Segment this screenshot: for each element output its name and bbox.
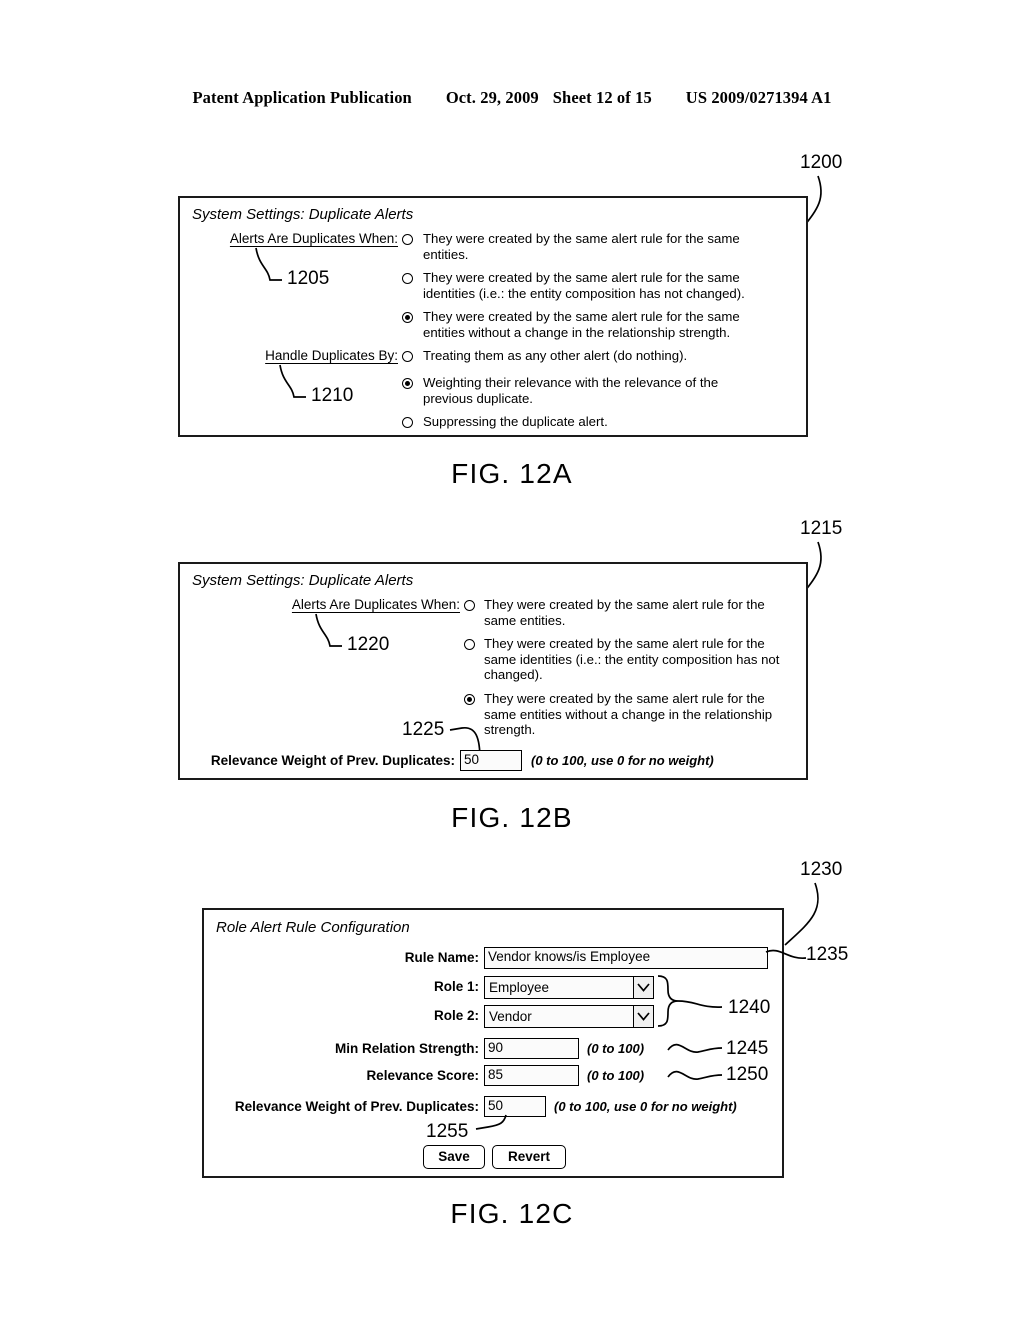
option-label-b-opt2: They were created by the same alert rule… xyxy=(484,636,780,682)
label-relevance-weight-prev-duplicates-b: Relevance Weight of Prev. Duplicates: xyxy=(210,753,455,768)
label-alerts-are-duplicates-when-b: Alerts Are Duplicates When: xyxy=(291,597,460,612)
label-relevance-score: Relevance Score: xyxy=(366,1068,479,1083)
select-role-1-value: Employee xyxy=(489,980,550,995)
radio-a-g1-opt3[interactable] xyxy=(402,312,413,323)
reference-numeral-1235: 1235 xyxy=(806,944,849,965)
input-min-relation-strength[interactable]: 90 xyxy=(484,1038,579,1059)
reference-numeral-1225: 1225 xyxy=(402,719,445,740)
input-relevance-score[interactable]: 85 xyxy=(484,1065,579,1086)
page-header: Patent Application Publication Oct. 29, 2… xyxy=(0,88,1024,108)
radio-a-g2-opt3[interactable] xyxy=(402,417,413,428)
reference-numeral-1220: 1220 xyxy=(347,634,390,655)
radio-b-opt3[interactable] xyxy=(464,694,475,705)
option-label-b-opt3: They were created by the same alert rule… xyxy=(484,691,773,737)
label-role-1: Role 1: xyxy=(433,979,479,994)
reference-numeral-1200: 1200 xyxy=(800,152,843,173)
hint-min-relation-strength: (0 to 100) xyxy=(587,1041,645,1056)
figure-12a-panel: System Settings: Duplicate Alerts Alerts… xyxy=(178,196,808,437)
reference-numeral-1210: 1210 xyxy=(311,385,354,406)
select-role-1[interactable]: Employee xyxy=(484,976,654,999)
figure-12b-panel: System Settings: Duplicate Alerts Alerts… xyxy=(178,562,808,780)
hint-relevance-weight-c: (0 to 100, use 0 for no weight) xyxy=(554,1099,737,1114)
hint-relevance-score: (0 to 100) xyxy=(587,1068,645,1083)
revert-button[interactable]: Revert xyxy=(492,1145,566,1169)
reference-numeral-1215: 1215 xyxy=(800,518,843,539)
label-handle-duplicates-by: Handle Duplicates By: xyxy=(265,348,398,363)
header-date: Oct. 29, 2009 xyxy=(445,88,539,107)
radio-b-opt1[interactable] xyxy=(464,600,475,611)
radio-a-g2-opt2[interactable] xyxy=(402,378,413,389)
input-relevance-weight-prev-duplicates-c[interactable]: 50 xyxy=(484,1096,546,1117)
figure-12b-title: System Settings: Duplicate Alerts xyxy=(192,572,414,589)
option-label-a-g2-opt1: Treating them as any other alert (do not… xyxy=(423,348,688,363)
header-patent-number: US 2009/0271394 A1 xyxy=(685,88,832,107)
label-role-2: Role 2: xyxy=(433,1008,479,1023)
reference-numeral-1255: 1255 xyxy=(426,1121,469,1142)
label-min-relation-strength: Min Relation Strength: xyxy=(335,1041,479,1056)
figure-12c-panel: Role Alert Rule Configuration Rule Name:… xyxy=(202,908,784,1178)
option-label-a-g2-opt2: Weighting their relevance with the relev… xyxy=(423,375,719,406)
save-button[interactable]: Save xyxy=(423,1145,485,1169)
figure-12c-title: Role Alert Rule Configuration xyxy=(216,919,410,936)
select-role-2-value: Vendor xyxy=(489,1009,532,1024)
radio-a-g1-opt2[interactable] xyxy=(402,273,413,284)
option-label-a-g2-opt3: Suppressing the duplicate alert. xyxy=(423,414,608,429)
label-alerts-are-duplicates-when: Alerts Are Duplicates When: xyxy=(229,231,398,246)
figure-12a-caption: FIG. 12A xyxy=(451,458,573,489)
input-relevance-weight-prev-duplicates-b[interactable]: 50 xyxy=(460,750,522,771)
chevron-down-icon[interactable] xyxy=(633,1006,653,1027)
label-relevance-weight-prev-duplicates-c: Relevance Weight of Prev. Duplicates: xyxy=(234,1099,479,1114)
chevron-down-icon[interactable] xyxy=(633,977,653,998)
label-rule-name: Rule Name: xyxy=(404,950,479,965)
figure-12c-caption: FIG. 12C xyxy=(450,1198,574,1229)
option-label-a-g1-opt3: They were created by the same alert rule… xyxy=(423,309,740,340)
option-label-a-g1-opt1: They were created by the same alert rule… xyxy=(423,231,740,262)
header-sheet: Sheet 12 of 15 xyxy=(552,88,652,107)
radio-a-g2-opt1[interactable] xyxy=(402,351,413,362)
option-label-b-opt1: They were created by the same alert rule… xyxy=(484,597,765,628)
hint-relevance-weight-b: (0 to 100, use 0 for no weight) xyxy=(531,753,714,768)
header-publication: Patent Application Publication xyxy=(192,88,412,107)
figure-12a-title: System Settings: Duplicate Alerts xyxy=(192,206,414,223)
leader-line-1255 xyxy=(475,1114,507,1130)
reference-numeral-1205: 1205 xyxy=(287,268,330,289)
reference-numeral-1240: 1240 xyxy=(728,997,771,1018)
reference-numeral-1245: 1245 xyxy=(726,1038,769,1059)
input-rule-name[interactable]: Vendor knows/is Employee xyxy=(484,947,768,969)
radio-b-opt2[interactable] xyxy=(464,639,475,650)
option-label-a-g1-opt2: They were created by the same alert rule… xyxy=(423,270,745,301)
reference-numeral-1230: 1230 xyxy=(800,859,843,880)
figure-12b-caption: FIG. 12B xyxy=(451,802,573,833)
radio-a-g1-opt1[interactable] xyxy=(402,234,413,245)
select-role-2[interactable]: Vendor xyxy=(484,1005,654,1028)
reference-numeral-1250: 1250 xyxy=(726,1064,769,1085)
